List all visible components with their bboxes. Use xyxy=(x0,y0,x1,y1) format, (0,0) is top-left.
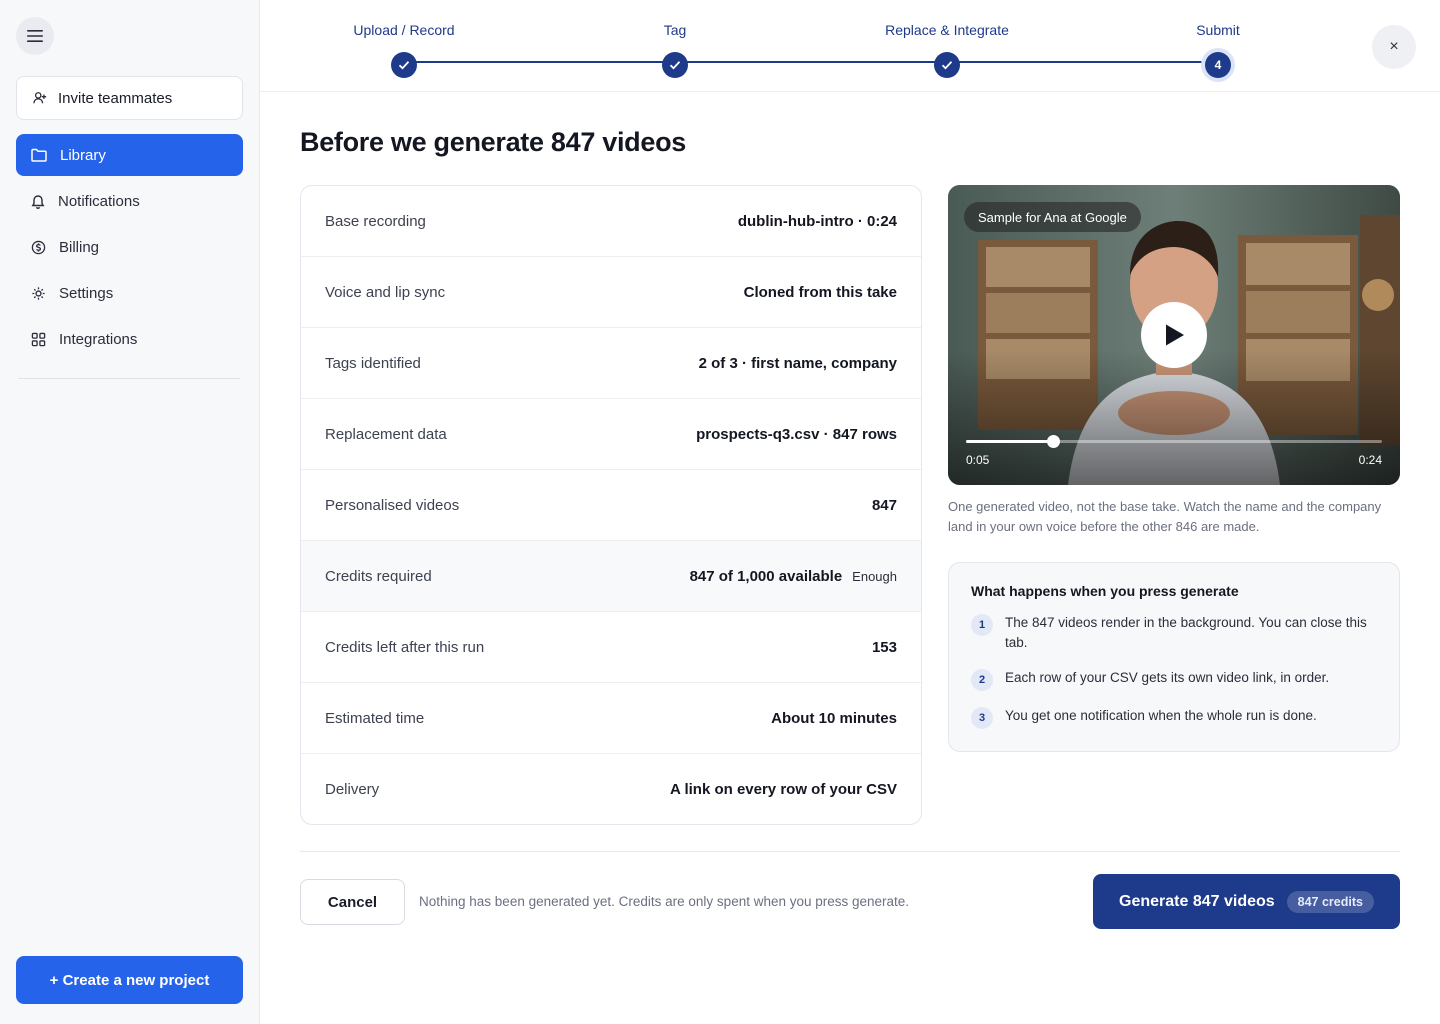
sidebar-item-label: Billing xyxy=(59,238,100,256)
row-label: Personalised videos xyxy=(325,496,460,514)
video-current-time: 0:05 xyxy=(966,453,990,467)
check-icon xyxy=(391,52,417,78)
row-value-group: 847 of 1,000 available Enough xyxy=(690,568,897,585)
dollar-icon xyxy=(31,240,46,254)
gear-icon xyxy=(32,286,45,300)
info-title: What happens when you press generate xyxy=(971,583,1239,599)
folder-icon xyxy=(31,148,47,162)
row-value: dublin-hub-intro · 0:24 xyxy=(737,212,897,230)
sidebar-item-settings[interactable]: Settings xyxy=(16,272,243,314)
stepper-line xyxy=(404,61,1218,63)
list-item: 1 The 847 videos render in the backgroun… xyxy=(971,613,1377,653)
step-number: 3 xyxy=(971,707,993,729)
row-value: 2 of 3 · first name, company xyxy=(698,354,897,372)
row-label: Tags identified xyxy=(325,354,421,372)
check-icon xyxy=(934,52,960,78)
sidebar-divider xyxy=(18,378,240,379)
footer-note: Nothing has been generated yet. Credits … xyxy=(419,894,910,909)
play-icon xyxy=(1166,324,1184,346)
video-scrubber-handle[interactable] xyxy=(1046,435,1060,448)
sidebar-item-billing[interactable]: Billing xyxy=(16,226,243,268)
sidebar-item-label: Settings xyxy=(59,284,114,302)
row-label: Delivery xyxy=(325,781,380,798)
add-user-icon xyxy=(33,92,47,104)
list-item: 3 You get one notification when the whol… xyxy=(971,706,1377,729)
video-player[interactable]: Sample for Ana at Google 0:05 0:24 xyxy=(948,185,1400,485)
sidebar-item-integrations[interactable]: Integrations xyxy=(16,318,243,360)
row-label: Estimated time xyxy=(325,709,425,727)
summary-row-credits-left: Credits left after this run 153 xyxy=(301,612,921,683)
video-progress-fill xyxy=(966,440,1053,443)
check-icon xyxy=(662,52,688,78)
row-value: prospects-q3.csv · 847 rows xyxy=(696,425,897,443)
bell-icon xyxy=(31,194,45,209)
row-label: Base recording xyxy=(325,212,426,230)
summary-row-estimated-time: Estimated time About 10 minutes xyxy=(301,683,921,754)
sidebar-item-notifications[interactable]: Notifications xyxy=(16,180,243,222)
hamburger-icon xyxy=(27,30,43,42)
generate-videos-button[interactable]: Generate 847 videos 847 credits xyxy=(1093,874,1400,929)
list-item-text: Each row of your CSV gets its own video … xyxy=(1005,670,1330,685)
generate-label: Generate 847 videos xyxy=(1119,892,1275,910)
what-happens-panel: What happens when you press generate 1 T… xyxy=(948,562,1400,752)
summary-row-personalised-videos: Personalised videos 847 xyxy=(301,470,921,541)
summary-table: Base recording dublin-hub-intro · 0:24 V… xyxy=(300,185,922,825)
summary-row-voice-lip-sync: Voice and lip sync Cloned from this take xyxy=(301,257,921,328)
sidebar-nav: Library Notifications Billing Settings I… xyxy=(16,134,243,364)
row-label: Credits required xyxy=(325,567,432,585)
menu-button[interactable] xyxy=(16,17,54,55)
row-value: 153 xyxy=(871,638,897,656)
row-value: About 10 minutes xyxy=(771,709,897,727)
status-badge: Enough xyxy=(852,568,897,584)
row-label: Credits left after this run xyxy=(325,638,485,656)
video-scrubber[interactable] xyxy=(966,435,1382,448)
step-label: Tag xyxy=(663,22,687,38)
close-button[interactable]: × xyxy=(1372,25,1416,69)
row-label: Replacement data xyxy=(325,425,447,443)
sidebar-item-library[interactable]: Library xyxy=(16,134,243,176)
sidebar: Invite teammates Library Notifications B… xyxy=(0,0,260,1024)
list-item-text: You get one notification when the whole … xyxy=(1005,708,1317,723)
page-title: Before we generate 847 videos xyxy=(300,127,686,157)
footer-divider xyxy=(300,851,1400,852)
row-value: 847 xyxy=(871,496,897,514)
step-number: 2 xyxy=(971,669,993,691)
grid-icon xyxy=(31,332,46,346)
list-item-text: The 847 videos render in the background.… xyxy=(1005,615,1367,650)
row-label: Voice and lip sync xyxy=(325,283,446,301)
summary-row-credits-required: Credits required 847 of 1,000 available … xyxy=(301,541,921,612)
summary-row-tags: Tags identified 2 of 3 · first name, com… xyxy=(301,328,921,399)
step-number: 4 xyxy=(1205,52,1231,78)
video-duration: 0:24 xyxy=(1358,453,1382,467)
credits-badge: 847 credits xyxy=(1286,890,1374,913)
step-label: Replace & Integrate xyxy=(885,22,1009,38)
sidebar-item-label: Notifications xyxy=(58,192,140,210)
row-value: 847 of 1,000 available xyxy=(689,567,843,585)
row-value: A link on every row of your CSV xyxy=(670,781,897,798)
row-value: Cloned from this take xyxy=(743,283,897,301)
step-upload-record[interactable]: Upload / Record xyxy=(324,22,484,78)
summary-row-base-recording: Base recording dublin-hub-intro · 0:24 xyxy=(301,186,921,257)
summary-row-delivery: Delivery A link on every row of your CSV xyxy=(301,754,921,824)
summary-row-replacement-data: Replacement data prospects-q3.csv · 847 … xyxy=(301,399,921,470)
video-caption: One generated video, not the base take. … xyxy=(948,499,1382,534)
step-tag[interactable]: Tag xyxy=(595,22,755,78)
invite-teammates-label: Invite teammates xyxy=(58,89,173,107)
video-sample-tag: Sample for Ana at Google xyxy=(964,202,1141,232)
create-project-button[interactable]: + Create a new project xyxy=(16,956,243,1004)
step-label: Upload / Record xyxy=(353,22,455,38)
step-submit[interactable]: Submit 4 xyxy=(1138,22,1298,78)
list-item: 2 Each row of your CSV gets its own vide… xyxy=(971,668,1377,691)
stepper-bar: Upload / Record Tag Replace & Integrate … xyxy=(260,0,1440,92)
invite-teammates-button[interactable]: Invite teammates xyxy=(16,76,243,120)
step-number: 1 xyxy=(971,614,993,636)
sidebar-item-label: Library xyxy=(60,146,106,164)
sidebar-item-label: Integrations xyxy=(59,330,138,348)
step-label: Submit xyxy=(1196,22,1240,38)
play-button[interactable] xyxy=(1141,302,1207,368)
close-icon: × xyxy=(1389,38,1399,55)
cancel-button[interactable]: Cancel xyxy=(300,879,405,925)
step-replace-integrate[interactable]: Replace & Integrate xyxy=(867,22,1027,78)
